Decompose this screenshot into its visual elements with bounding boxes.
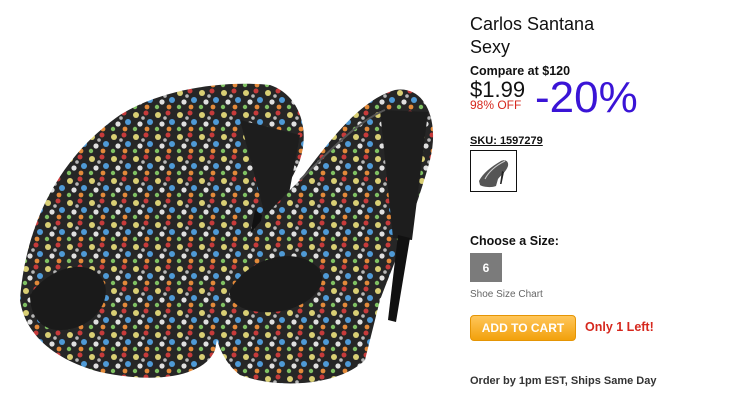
- product-thumbnail[interactable]: [470, 150, 517, 192]
- stock-note: Only 1 Left!: [585, 320, 654, 334]
- choose-size-label: Choose a Size:: [470, 234, 559, 248]
- discount-badge: -20%: [535, 73, 638, 122]
- product-brand: Carlos Santana: [470, 14, 595, 34]
- product-model: Sexy: [470, 37, 511, 57]
- sku-label: SKU: 1597279: [470, 135, 543, 147]
- product-info-panel: Carlos Santana Sexy Compare at $120 $1.9…: [470, 0, 745, 402]
- size-option-6[interactable]: 6: [470, 253, 502, 282]
- product-image: [0, 0, 455, 402]
- shoe-thumbnail-icon: [479, 160, 509, 188]
- percent-off: 98% OFF: [470, 98, 522, 112]
- add-to-cart-button[interactable]: ADD TO CART: [470, 315, 576, 341]
- sequin-heels-illustration: [20, 83, 434, 384]
- shipping-note: Order by 1pm EST, Ships Same Day: [470, 375, 657, 387]
- size-chart-link[interactable]: Shoe Size Chart: [470, 289, 543, 300]
